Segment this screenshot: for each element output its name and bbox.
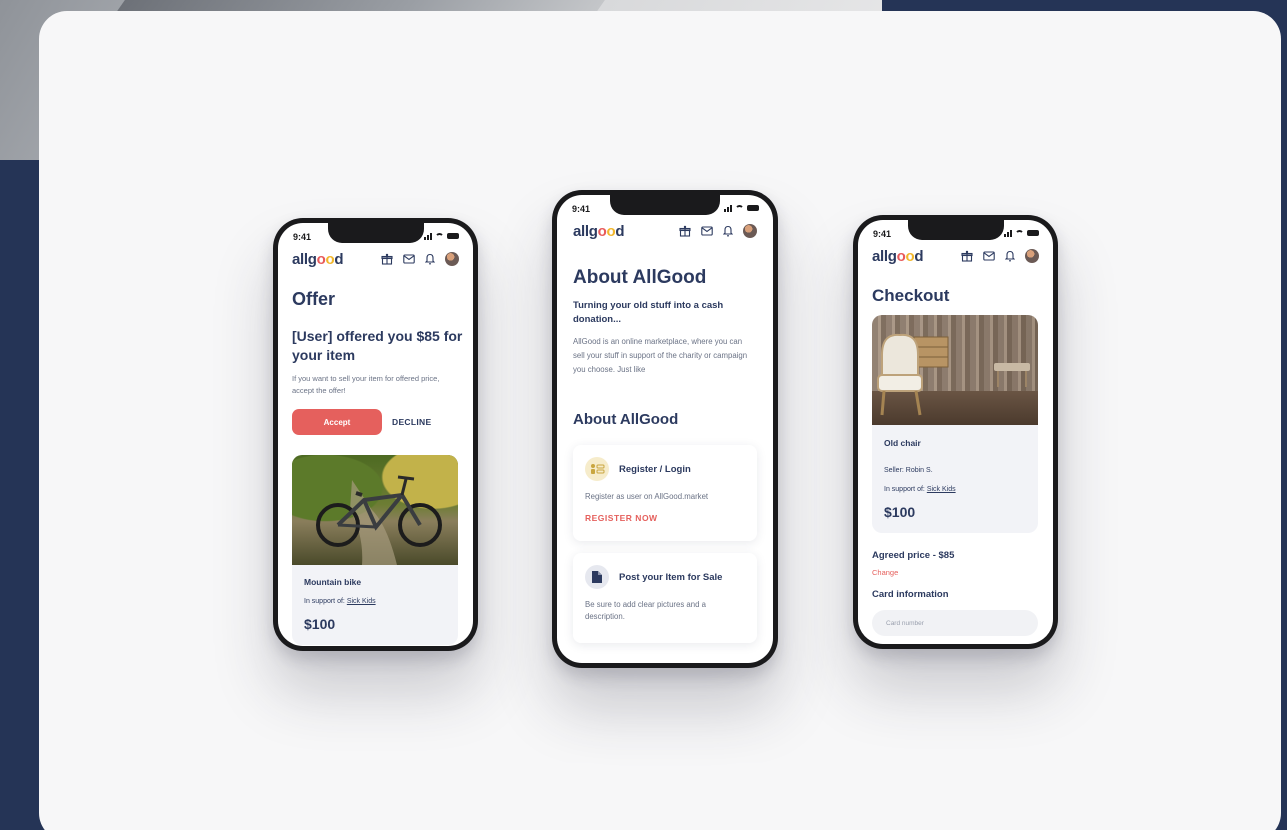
item-support: In support of: Sick Kids [884, 486, 956, 493]
avatar[interactable] [1025, 249, 1039, 263]
item-price: $100 [304, 616, 336, 632]
app-bar: allgood [872, 246, 1039, 266]
phone-notch [907, 220, 1004, 240]
item-seller: Seller: Robin S. [884, 467, 933, 474]
support-cause-link[interactable]: Sick Kids [347, 598, 376, 605]
item-price: $100 [884, 504, 916, 520]
nav-icons [381, 252, 459, 266]
page-title: Checkout [872, 286, 950, 305]
bell-icon[interactable] [1005, 250, 1015, 262]
nav-icons [961, 249, 1039, 263]
phone-about: 9:41 allgood About AllGood Turning your … [552, 190, 778, 668]
wifi-icon [435, 232, 444, 240]
register-card[interactable]: Register / Login Register as user on All… [573, 445, 757, 541]
signal-icon [724, 204, 732, 212]
phone-offer-screen: 9:41 allgood Offer [User] offered you $8… [278, 223, 473, 646]
mail-icon[interactable] [403, 254, 415, 264]
item-card[interactable]: Old chair Seller: Robin S. In support of… [872, 315, 1038, 533]
about-description: AllGood is an online marketplace, where … [573, 337, 748, 374]
post-item-card-description: Be sure to add clear pictures and a desc… [585, 600, 706, 621]
app-bar: allgood [573, 221, 757, 241]
gift-icon[interactable] [679, 225, 691, 237]
wifi-icon [735, 204, 744, 212]
support-cause-link[interactable]: Sick Kids [927, 486, 956, 493]
phone-checkout: 9:41 allgood Checkout Old chair Seller: … [853, 215, 1058, 649]
mail-icon[interactable] [701, 226, 713, 236]
phone-notch [327, 223, 424, 243]
phone-notch [610, 195, 720, 215]
accept-button[interactable]: Accept [292, 409, 382, 435]
card-number-input[interactable] [872, 610, 1038, 636]
phone-offer: 9:41 allgood Offer [User] offered you $8… [273, 218, 478, 651]
item-card[interactable]: Mountain bike In support of: Sick Kids $… [292, 455, 458, 645]
bell-icon[interactable] [723, 225, 733, 237]
allgood-logo[interactable]: allgood [872, 248, 924, 265]
register-card-title: Register / Login [619, 464, 691, 475]
status-icons [1004, 229, 1039, 237]
bike-illustration [316, 475, 442, 565]
status-icons [424, 232, 459, 240]
decline-button[interactable]: DECLINE [392, 409, 431, 435]
phone-checkout-screen: 9:41 allgood Checkout Old chair Seller: … [858, 220, 1053, 644]
page-title: Offer [292, 289, 336, 309]
offer-description: If you want to sell your item for offere… [292, 374, 440, 395]
offer-headline: [User] offered you $85 for your item [292, 328, 463, 363]
mail-icon[interactable] [983, 251, 995, 261]
wifi-icon [1015, 229, 1024, 237]
status-icons [724, 204, 759, 212]
item-name: Mountain bike [304, 577, 362, 587]
signal-icon [1004, 229, 1012, 237]
mountain-bike-image [292, 455, 458, 565]
nav-icons [679, 224, 757, 238]
app-bar: allgood [292, 249, 459, 269]
page-title: About AllGood [573, 267, 707, 288]
battery-icon [1027, 230, 1039, 236]
battery-icon [747, 205, 759, 211]
item-name: Old chair [884, 438, 921, 448]
section-title: About AllGood [573, 411, 679, 428]
item-support: In support of: Sick Kids [304, 598, 376, 605]
avatar[interactable] [743, 224, 757, 238]
status-time: 9:41 [873, 229, 892, 239]
change-link[interactable]: Change [872, 568, 898, 577]
about-tagline: Turning your old stuff into a cash donat… [573, 300, 724, 325]
status-time: 9:41 [293, 232, 312, 242]
register-now-link[interactable]: REGISTER NOW [585, 513, 658, 523]
signal-icon [424, 232, 432, 240]
allgood-logo[interactable]: allgood [292, 251, 344, 268]
gift-icon[interactable] [961, 250, 973, 262]
allgood-logo[interactable]: allgood [573, 223, 625, 240]
post-item-card-title: Post your Item for Sale [619, 572, 723, 583]
post-item-card[interactable]: Post your Item for Sale Be sure to add c… [573, 553, 757, 643]
phone-about-screen: 9:41 allgood About AllGood Turning your … [557, 195, 773, 663]
battery-icon [447, 233, 459, 239]
register-icon [585, 457, 609, 481]
avatar[interactable] [445, 252, 459, 266]
card-information-label: Card information [872, 589, 949, 600]
status-time: 9:41 [572, 204, 591, 214]
gift-icon[interactable] [381, 253, 393, 265]
agreed-price: Agreed price - $85 [872, 550, 955, 561]
bell-icon[interactable] [425, 253, 435, 265]
chair-illustration [877, 333, 1030, 416]
post-item-icon [585, 565, 609, 589]
old-chair-image [872, 315, 1038, 425]
register-card-description: Register as user on AllGood.market [585, 492, 709, 501]
